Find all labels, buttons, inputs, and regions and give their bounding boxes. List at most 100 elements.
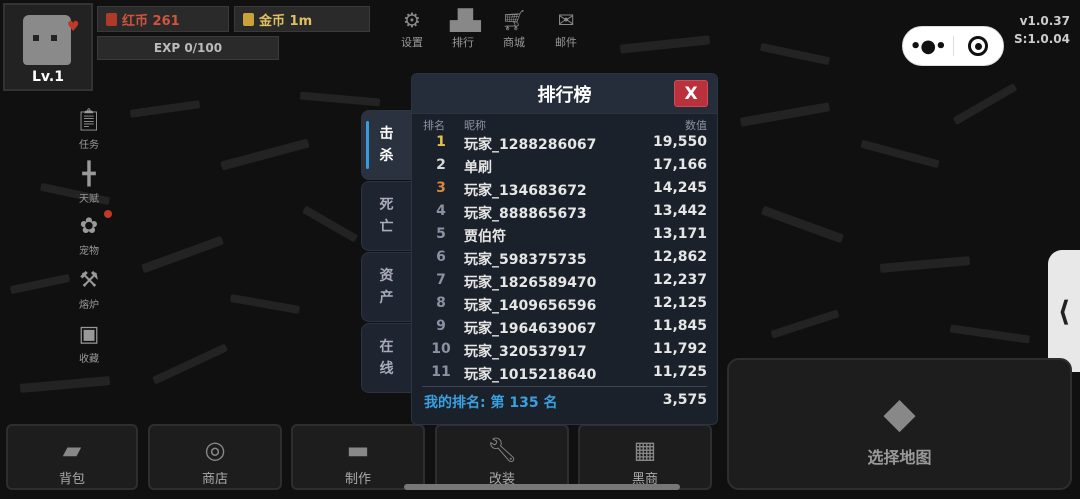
ranking-label: 排行	[452, 36, 474, 49]
shop-button[interactable]: ◎ 商店	[148, 424, 282, 490]
row-name: 玩家_320537917	[464, 344, 587, 360]
my-rank-label: 我的排名: 第 135 名	[424, 395, 558, 411]
tab-deaths-label-2: 亡	[379, 219, 394, 235]
leaderboard-rows: 1 玩家_1288286067 19,550 2 单刷 17,166 3 玩家_13468…	[412, 132, 717, 385]
cart-icon: 🛒︎	[501, 8, 527, 32]
mail-button[interactable]: ✉ 邮件	[546, 8, 586, 50]
table-row: 2 单刷 17,166	[412, 155, 717, 178]
row-name: 单刷	[464, 160, 492, 176]
player-level: Lv.1	[32, 69, 64, 85]
gold-currency-label: 金币 1m	[259, 13, 313, 29]
tab-kills-label-1: 击	[379, 126, 394, 142]
leaderboard-title: 排行榜	[537, 84, 592, 106]
tab-online-label-2: 线	[379, 361, 394, 377]
tasks-label: 任务	[79, 140, 99, 151]
table-row: 11 玩家_1015218640 11,725	[412, 362, 717, 385]
craft-label: 制作	[344, 472, 371, 487]
my-rank-row: 我的排名: 第 135 名 3,575	[424, 392, 707, 414]
settings-label: 设置	[401, 36, 423, 49]
server-version: S:1.0.04	[1014, 32, 1070, 46]
avatar-face	[23, 15, 71, 65]
client-version: v1.0.37	[1019, 14, 1070, 28]
anvil-icon: ▬	[346, 436, 370, 464]
tab-kills[interactable]: 击 杀	[361, 110, 411, 180]
row-value: 12,125	[652, 295, 707, 311]
tab-deaths-label-1: 死	[379, 197, 394, 213]
table-row: 5 贾伯符 13,171	[412, 224, 717, 247]
table-row: 6 玩家_598375735 12,862	[412, 247, 717, 270]
furnace-label: 熔炉	[79, 300, 99, 311]
settings-button[interactable]: ⚙ 设置	[392, 8, 432, 50]
target-icon	[968, 36, 989, 56]
row-value: 13,442	[652, 203, 707, 219]
table-row: 9 玩家_1964639067 11,845	[412, 316, 717, 339]
table-row: 10 玩家_320537917 11,792	[412, 339, 717, 362]
exp-bar: EXP 0/100	[97, 36, 279, 60]
mail-icon: ✉	[557, 8, 575, 32]
tab-online[interactable]: 在 线	[361, 323, 411, 393]
tasks-button[interactable]: 📋︎ 任务	[68, 108, 110, 151]
craft-button[interactable]: ▬ 制作	[291, 424, 425, 490]
row-value: 19,550	[652, 134, 707, 150]
row-rank: 6	[436, 249, 446, 265]
red-coin-icon	[106, 12, 117, 26]
leaderboard-panel: 排行榜 X 排名 昵称 数值 1 玩家_1288286067 19,550 2 单刷 1…	[411, 73, 718, 425]
modify-button[interactable]: 🔧︎ 改装	[435, 424, 569, 490]
row-value: 14,245	[652, 180, 707, 196]
row-rank: 11	[431, 364, 451, 380]
black-market-button[interactable]: ▦ 黑商	[578, 424, 712, 490]
gold-bars-icon: ▦	[633, 436, 657, 464]
gold-currency[interactable]: 金币 1m	[234, 6, 370, 32]
row-value: 13,171	[652, 226, 707, 242]
shop-label: 商店	[201, 472, 228, 487]
select-map-label: 选择地图	[867, 448, 932, 467]
chevron-left-icon: ⟨	[1057, 294, 1071, 328]
store-button[interactable]: 🛒︎ 商城	[494, 8, 534, 50]
backpack-button[interactable]: ▰ 背包	[6, 424, 138, 490]
talent-button[interactable]: ╋ 天赋	[68, 162, 110, 205]
close-miniprogram-button[interactable]	[953, 36, 1003, 56]
row-name: 玩家_598375735	[464, 252, 587, 268]
row-rank: 2	[436, 157, 446, 173]
row-rank: 4	[436, 203, 446, 219]
my-rank-value: 3,575	[662, 392, 707, 408]
row-rank: 8	[436, 295, 446, 311]
archive-icon: ▣	[78, 322, 100, 347]
player-avatar[interactable]: ♥ Lv.1	[3, 3, 93, 91]
close-button[interactable]: X	[674, 80, 708, 107]
leaderboard-header: 排行榜	[412, 74, 717, 114]
collection-label: 收藏	[79, 354, 99, 365]
row-rank: 10	[431, 341, 451, 357]
pet-button[interactable]: ✿ 宠物	[68, 214, 110, 257]
more-options-button[interactable]: •●•	[903, 36, 953, 57]
row-value: 12,237	[652, 272, 707, 288]
table-row: 4 玩家_888865673 13,442	[412, 201, 717, 224]
row-rank: 3	[436, 180, 446, 196]
row-name: 玩家_1964639067	[464, 321, 597, 337]
column-rank: 排名	[423, 119, 445, 132]
side-drawer-handle[interactable]: ⟨	[1048, 250, 1080, 372]
row-name: 玩家_888865673	[464, 206, 587, 222]
podium-icon: ▟▙	[450, 8, 481, 32]
backpack-label: 背包	[58, 472, 85, 487]
collection-button[interactable]: ▣ 收藏	[68, 322, 110, 365]
row-value: 11,792	[652, 341, 707, 357]
version-info: v1.0.37 S:1.0.04	[1014, 12, 1070, 48]
home-indicator[interactable]	[404, 484, 680, 490]
table-row: 7 玩家_1826589470 12,237	[412, 270, 717, 293]
red-currency[interactable]: 红币 261	[97, 6, 229, 32]
notification-dot	[104, 210, 112, 218]
ranking-button[interactable]: ▟▙ 排行	[443, 8, 483, 50]
clipboard-check-icon: 📋︎	[75, 108, 103, 133]
tab-kills-label-2: 杀	[379, 148, 394, 164]
row-name: 贾伯符	[464, 229, 506, 245]
row-name: 玩家_1409656596	[464, 298, 597, 314]
select-map-button[interactable]: ◆ 选择地图	[727, 358, 1072, 490]
paw-icon: ✿	[79, 214, 99, 239]
furnace-button[interactable]: ⚒ 熔炉	[68, 268, 110, 311]
row-value: 11,725	[652, 364, 707, 380]
my-rank-divider	[422, 386, 707, 387]
row-rank: 7	[436, 272, 446, 288]
tab-assets[interactable]: 资 产	[361, 252, 411, 322]
tab-deaths[interactable]: 死 亡	[361, 181, 411, 251]
